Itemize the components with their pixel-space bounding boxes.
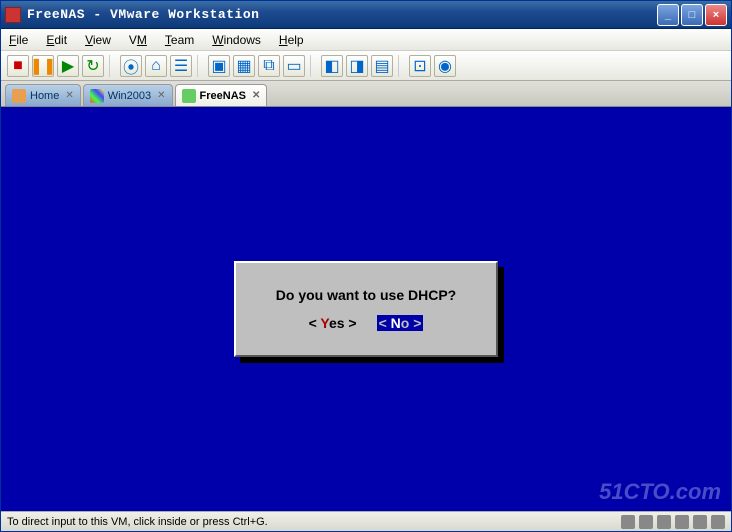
device-icon[interactable] [711, 515, 725, 529]
toolbar-separator [398, 55, 404, 77]
tab-win2003[interactable]: Win2003 ✕ [83, 84, 173, 106]
close-icon[interactable]: ✕ [252, 90, 260, 101]
tab-freenas[interactable]: FreeNAS ✕ [175, 84, 268, 106]
minimize-button[interactable]: _ [657, 4, 679, 26]
capture-button[interactable]: ⊡ [409, 55, 431, 77]
close-icon[interactable]: ✕ [65, 90, 73, 101]
menu-view[interactable]: View [85, 33, 111, 47]
titlebar: FreeNAS - VMware Workstation _ □ × [1, 1, 731, 29]
tabbar: Home ✕ Win2003 ✕ FreeNAS ✕ [1, 81, 731, 107]
statusbar-hint: To direct input to this VM, click inside… [7, 516, 268, 528]
toolbar-separator [310, 55, 316, 77]
device-icon[interactable] [639, 515, 653, 529]
window-title: FreeNAS - VMware Workstation [27, 7, 657, 22]
unity-button[interactable]: ◧ [321, 55, 343, 77]
tab-label: FreeNAS [200, 90, 246, 102]
device-icon[interactable] [621, 515, 635, 529]
device-icon[interactable] [657, 515, 671, 529]
revert-button[interactable]: ⌂ [145, 55, 167, 77]
menu-help[interactable]: Help [279, 33, 304, 47]
show-console-button[interactable]: ▣ [208, 55, 230, 77]
no-button[interactable]: < No > [377, 315, 424, 331]
reset-button[interactable]: ↻ [82, 55, 104, 77]
tab-home[interactable]: Home ✕ [5, 84, 81, 106]
tab-label: Win2003 [108, 90, 151, 102]
close-button[interactable]: × [705, 4, 727, 26]
app-icon [5, 7, 21, 23]
thumbnail-button[interactable]: ▤ [371, 55, 393, 77]
vm-console[interactable]: Do you want to use DHCP? < Yes > < No > … [1, 107, 731, 511]
summary-button[interactable]: ▦ [233, 55, 255, 77]
fullscreen-button[interactable]: ▭ [283, 55, 305, 77]
maximize-button[interactable]: □ [681, 4, 703, 26]
menu-windows[interactable]: Windows [212, 33, 261, 47]
poweron-button[interactable]: ▶ [57, 55, 79, 77]
suspend-button[interactable]: ❚❚ [32, 55, 54, 77]
toolbar: ■ ❚❚ ▶ ↻ ⦿ ⌂ ☰ ▣ ▦ ⧉ ▭ ◧ ◨ ▤ ⊡ ◉ [1, 51, 731, 81]
dialog-question: Do you want to use DHCP? [276, 287, 456, 303]
menu-team[interactable]: Team [165, 33, 194, 47]
manage-snapshots-button[interactable]: ☰ [170, 55, 192, 77]
quick-switch-button[interactable]: ⧉ [258, 55, 280, 77]
record-button[interactable]: ◉ [434, 55, 456, 77]
dialog-buttons: < Yes > < No > [309, 315, 424, 331]
sidebar-button[interactable]: ◨ [346, 55, 368, 77]
menu-edit[interactable]: Edit [46, 33, 67, 47]
poweroff-button[interactable]: ■ [7, 55, 29, 77]
menu-vm[interactable]: VM [129, 33, 147, 47]
menu-file[interactable]: File [9, 33, 28, 47]
freenas-icon [182, 89, 196, 103]
app-window: FreeNAS - VMware Workstation _ □ × File … [0, 0, 732, 532]
dhcp-dialog: Do you want to use DHCP? < Yes > < No > [234, 261, 498, 357]
device-icon[interactable] [675, 515, 689, 529]
menubar: File Edit View VM Team Windows Help [1, 29, 731, 51]
snapshot-button[interactable]: ⦿ [120, 55, 142, 77]
close-icon[interactable]: ✕ [157, 90, 165, 101]
windows-icon [90, 89, 104, 103]
toolbar-separator [109, 55, 115, 77]
statusbar-icons [621, 515, 725, 529]
toolbar-separator [197, 55, 203, 77]
statusbar: To direct input to this VM, click inside… [1, 511, 731, 531]
tab-label: Home [30, 90, 59, 102]
device-icon[interactable] [693, 515, 707, 529]
watermark: 51CTO.com [599, 479, 721, 505]
window-controls: _ □ × [657, 4, 727, 26]
home-icon [12, 89, 26, 103]
yes-button[interactable]: < Yes > [309, 315, 357, 331]
